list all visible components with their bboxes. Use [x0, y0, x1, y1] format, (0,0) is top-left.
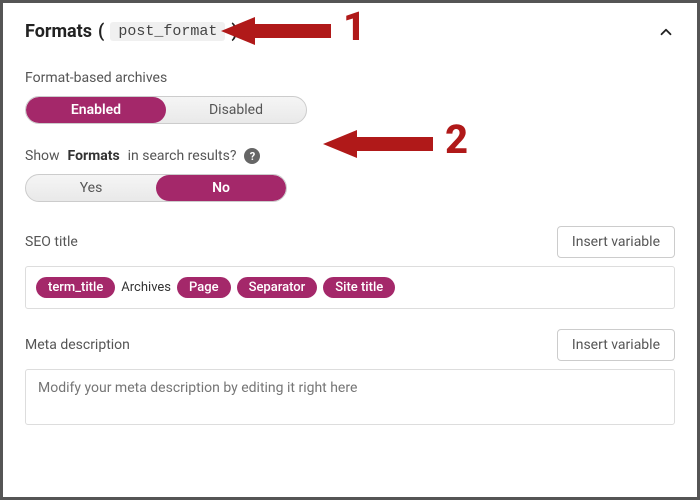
meta-description-block: Meta description Insert variable: [25, 329, 675, 429]
meta-description-input[interactable]: [25, 369, 675, 425]
chevron-up-icon[interactable]: [657, 23, 675, 41]
section-title: Formats ( post_format ): [25, 21, 238, 42]
paren-open: (: [98, 21, 104, 42]
var-page[interactable]: Page: [177, 277, 231, 298]
search-results-label: Show Formats in search results? ?: [25, 148, 675, 164]
search-yes-button[interactable]: Yes: [26, 175, 156, 201]
search-prefix: Show: [25, 148, 60, 164]
title-text: Formats: [25, 21, 92, 42]
section-header[interactable]: Formats ( post_format ): [25, 21, 675, 42]
text-archives: Archives: [121, 280, 171, 295]
help-icon[interactable]: ?: [244, 148, 260, 164]
search-results-toggle: Yes No: [25, 174, 287, 202]
settings-panel: 1 2 Formats ( post_format ) Format-based…: [0, 0, 700, 500]
seo-title-input[interactable]: term_title Archives Page Separator Site …: [25, 266, 675, 309]
archives-enabled-button[interactable]: Enabled: [26, 97, 166, 123]
archives-disabled-button[interactable]: Disabled: [166, 97, 306, 123]
seo-title-block: SEO title Insert variable term_title Arc…: [25, 226, 675, 309]
meta-description-label: Meta description: [25, 337, 130, 353]
paren-close: ): [231, 21, 237, 42]
search-bold: Formats: [68, 148, 120, 164]
seo-title-label: SEO title: [25, 234, 78, 250]
var-site-title[interactable]: Site title: [323, 277, 395, 298]
archives-label: Format-based archives: [25, 70, 675, 86]
var-separator[interactable]: Separator: [237, 277, 318, 298]
meta-insert-variable-button[interactable]: Insert variable: [557, 329, 675, 361]
search-suffix: in search results?: [128, 148, 237, 164]
search-no-button[interactable]: No: [156, 175, 286, 201]
seo-insert-variable-button[interactable]: Insert variable: [557, 226, 675, 258]
code-name: post_format: [110, 22, 225, 41]
var-term-title[interactable]: term_title: [36, 277, 115, 298]
archives-toggle: Enabled Disabled: [25, 96, 307, 124]
